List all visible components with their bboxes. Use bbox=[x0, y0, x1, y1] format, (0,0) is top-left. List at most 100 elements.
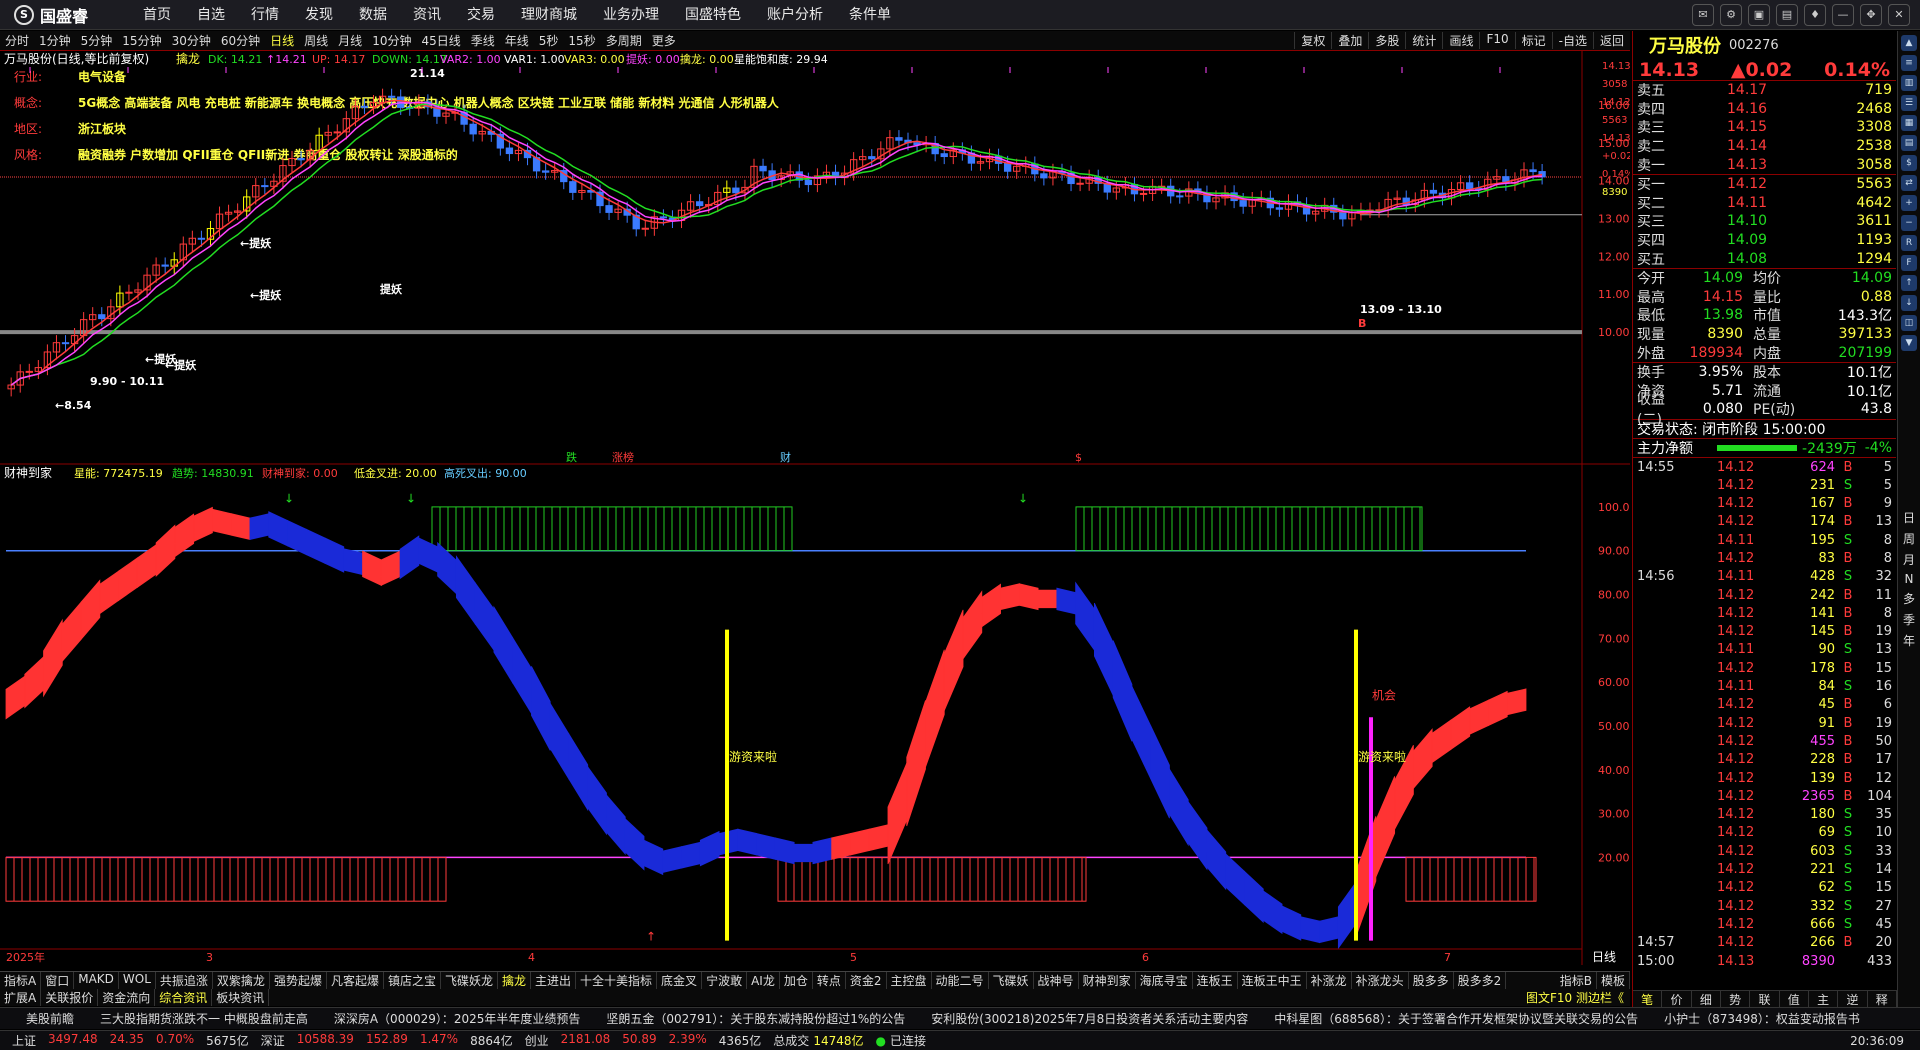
settings-icon[interactable]: ⚙ bbox=[1720, 3, 1742, 26]
nav-item[interactable]: 行情 bbox=[238, 0, 292, 30]
indicator-tab[interactable]: 指标A bbox=[0, 972, 42, 989]
period-shortcut[interactable]: 日 bbox=[1903, 509, 1915, 526]
message-icon[interactable]: ✉ bbox=[1692, 3, 1714, 26]
layout-icon[interactable]: ▤ bbox=[1776, 3, 1798, 26]
quote-tab[interactable]: 价 bbox=[1662, 991, 1692, 1007]
kline-chart[interactable]: 万马股份(日线,等比前复权) 擒龙 DK: 14.21 ↑14.21 UP: 14.17… bbox=[0, 51, 1630, 465]
close-icon[interactable]: ✕ bbox=[1888, 3, 1910, 26]
indicator-tab[interactable]: 宁波敢 bbox=[702, 972, 748, 989]
nav-item[interactable]: 理财商城 bbox=[508, 0, 590, 30]
down-arrow-icon[interactable]: ▼ bbox=[1901, 335, 1917, 351]
quote-tab[interactable]: 释 bbox=[1868, 991, 1897, 1007]
period-tab[interactable]: 日线 bbox=[265, 32, 299, 49]
indicator-tab[interactable]: WOL bbox=[119, 972, 156, 989]
nav-item[interactable]: 资讯 bbox=[400, 0, 454, 30]
period-shortcut[interactable]: 季 bbox=[1903, 611, 1915, 628]
bid-row[interactable]: 买五 14.08 1294 bbox=[1633, 249, 1896, 268]
news-item[interactable]: 深深房A（000029）：2025年半年度业绩预告 bbox=[334, 1010, 581, 1027]
indicator-tab[interactable]: 连板王中王 bbox=[1238, 972, 1307, 989]
period-tab[interactable]: 多周期 bbox=[601, 32, 647, 49]
ask-row[interactable]: 卖五 14.17 719 bbox=[1633, 81, 1896, 100]
period-tab[interactable]: 5分钟 bbox=[76, 32, 118, 49]
period-tab[interactable]: 30分钟 bbox=[167, 32, 216, 49]
period-tab[interactable]: 15分钟 bbox=[117, 32, 166, 49]
bid-row[interactable]: 买一 14.12 5563 bbox=[1633, 175, 1896, 194]
chart-tool-button[interactable]: 叠加 bbox=[1331, 32, 1368, 49]
up-arrow-icon[interactable]: ▲ bbox=[1901, 35, 1917, 51]
indicator-tab[interactable]: 主进出 bbox=[531, 972, 577, 989]
indicator-tab[interactable]: 飞碟妖 bbox=[989, 972, 1034, 989]
money-icon[interactable]: $ bbox=[1901, 155, 1917, 171]
nav-item[interactable]: 首页 bbox=[130, 0, 184, 30]
indicator-tab[interactable]: 战神号 bbox=[1034, 972, 1079, 989]
f10-sidebar-toggle[interactable]: 图文F10 测边栏《 bbox=[1526, 989, 1630, 1006]
quote-tab[interactable]: 逆 bbox=[1838, 991, 1868, 1007]
event-mark[interactable]: 财 bbox=[780, 450, 791, 464]
bottom-tab[interactable]: 综合资讯 bbox=[155, 989, 213, 1006]
period-tab[interactable]: 周线 bbox=[299, 32, 333, 49]
period-tab[interactable]: 月线 bbox=[333, 32, 367, 49]
indicator-tab[interactable]: 资金2 bbox=[846, 972, 887, 989]
indicator-tab[interactable]: 十全十美指标 bbox=[576, 972, 658, 989]
app-logo[interactable]: S 国盛睿 bbox=[0, 0, 130, 30]
index-name[interactable]: 深证 bbox=[261, 1032, 285, 1049]
bottom-tab[interactable]: 板块资讯 bbox=[212, 989, 270, 1006]
period-shortcut[interactable]: 年 bbox=[1903, 632, 1915, 649]
indicator-tab[interactable]: 凡客起爆 bbox=[327, 972, 384, 989]
indicator-tab[interactable]: 飞碟妖龙 bbox=[441, 972, 498, 989]
chart-tool-button[interactable]: 返回 bbox=[1592, 32, 1630, 49]
indicator-tab[interactable]: 股多多2 bbox=[1454, 972, 1507, 989]
index-name[interactable]: 上证 bbox=[12, 1032, 36, 1049]
indicator-tab[interactable]: 共振追涨 bbox=[156, 972, 213, 989]
quote-tab[interactable]: 联 bbox=[1750, 991, 1780, 1007]
period-shortcut[interactable]: 多 bbox=[1903, 590, 1915, 607]
event-mark[interactable]: 跌 bbox=[566, 450, 577, 464]
bid-row[interactable]: 买三 14.10 3611 bbox=[1633, 212, 1896, 231]
kline-icon[interactable]: ▥ bbox=[1901, 75, 1917, 91]
indicator-tab[interactable]: 双紫擒龙 bbox=[213, 972, 270, 989]
indicator-tab[interactable]: 加仓 bbox=[780, 972, 813, 989]
period-tab[interactable]: 季线 bbox=[466, 32, 500, 49]
indicator-tab[interactable]: 转点 bbox=[813, 972, 846, 989]
news-icon[interactable]: ☰ bbox=[1901, 95, 1917, 111]
period-shortcut[interactable]: 周 bbox=[1903, 530, 1915, 547]
chart-tool-button[interactable]: F10 bbox=[1479, 32, 1514, 49]
period-tab[interactable]: 5秒 bbox=[534, 32, 564, 49]
zoom-out-icon[interactable]: − bbox=[1901, 215, 1917, 231]
period-shortcut[interactable]: N bbox=[1905, 572, 1914, 586]
ask-row[interactable]: 卖三 14.15 3308 bbox=[1633, 118, 1896, 137]
news-item[interactable]: 中科星图（688568）：关于签署合作开发框架协议暨关联交易的公告 bbox=[1274, 1010, 1638, 1027]
maximize-icon[interactable]: ✥ bbox=[1860, 3, 1882, 26]
shirt-icon[interactable]: ♦ bbox=[1804, 3, 1826, 26]
period-tab[interactable]: 1分钟 bbox=[34, 32, 76, 49]
nav-item[interactable]: 数据 bbox=[346, 0, 400, 30]
news-item[interactable]: 安利股份(300218)2025年7月8日投资者关系活动主要内容 bbox=[931, 1010, 1248, 1027]
chart-icon[interactable]: ▦ bbox=[1901, 115, 1917, 131]
event-mark[interactable]: 涨榜 bbox=[612, 450, 634, 464]
chart-tool-button[interactable]: 统计 bbox=[1405, 32, 1442, 49]
quote-tab[interactable]: 主 bbox=[1809, 991, 1839, 1007]
indicator-tab[interactable]: 镇店之宝 bbox=[384, 972, 441, 989]
indicator-tab[interactable]: 补涨龙头 bbox=[1352, 972, 1409, 989]
chart-tool-button[interactable]: 画线 bbox=[1442, 32, 1479, 49]
indicator-tab[interactable]: 主控盘 bbox=[887, 972, 932, 989]
nav-item[interactable]: 交易 bbox=[454, 0, 508, 30]
indicator-chart[interactable]: 财神到家 星能: 772475.19 趋势: 14830.91 财神到家: 0.00 低… bbox=[0, 465, 1630, 965]
indicator-tab[interactable]: 底金叉 bbox=[657, 972, 703, 989]
zoom-in-icon[interactable]: + bbox=[1901, 195, 1917, 211]
news-item[interactable]: 坚朗五金（002791）：关于股东减持股份超过1%的公告 bbox=[606, 1010, 905, 1027]
chart-tool-button[interactable]: -自选 bbox=[1551, 32, 1593, 49]
f10-icon[interactable]: F bbox=[1901, 255, 1917, 271]
bottom-tab[interactable]: 关联报价 bbox=[41, 989, 99, 1006]
period-tab[interactable]: 45日线 bbox=[416, 32, 465, 49]
minimize-icon[interactable]: — bbox=[1832, 3, 1854, 26]
ask-row[interactable]: 卖一 14.13 3058 bbox=[1633, 155, 1896, 174]
nav-item[interactable]: 业务办理 bbox=[590, 0, 672, 30]
chart-tool-button[interactable]: 标记 bbox=[1514, 32, 1552, 49]
quote-tab[interactable]: 笔 bbox=[1633, 991, 1663, 1007]
indicator-extra-tab[interactable]: 模板 bbox=[1597, 972, 1630, 989]
indicator-tab[interactable]: 连板王 bbox=[1193, 972, 1238, 989]
rss-icon[interactable]: R bbox=[1901, 235, 1917, 251]
chart-tool-button[interactable]: 复权 bbox=[1294, 32, 1331, 49]
ask-row[interactable]: 卖四 14.16 2468 bbox=[1633, 100, 1896, 119]
